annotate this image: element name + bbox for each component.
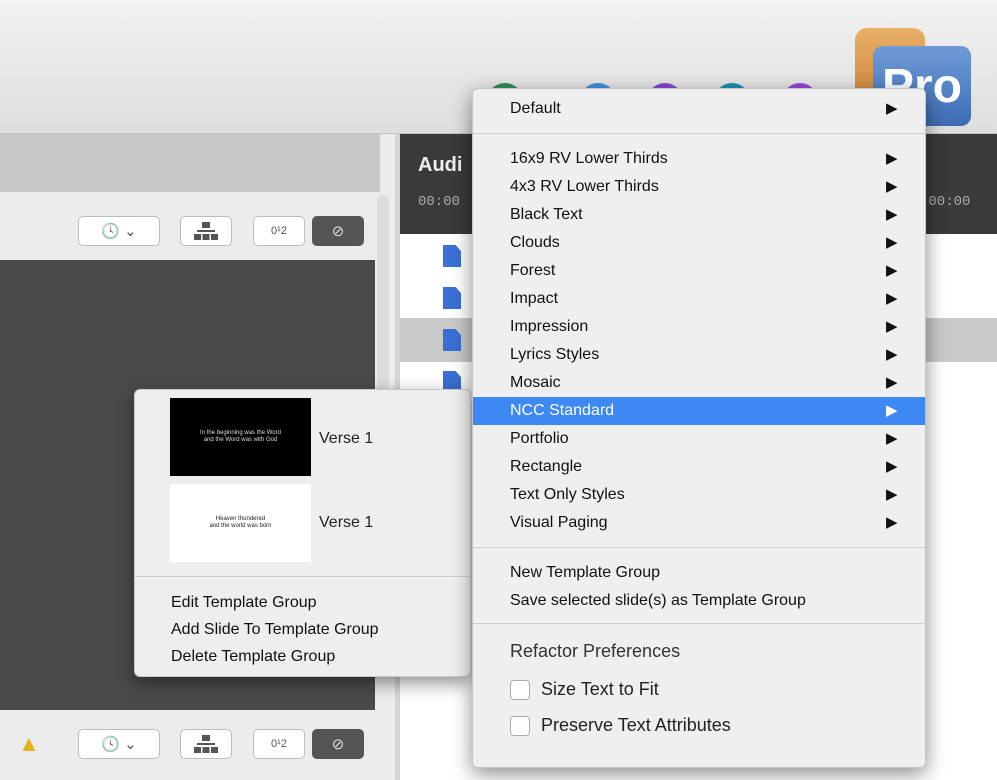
edit-template-group-item[interactable]: Edit Template Group — [171, 594, 317, 612]
slide-thumbnail-text: In the beginning was the Word and the Wo… — [200, 430, 281, 443]
submenu-arrow-icon: ▶ — [886, 234, 898, 251]
submenu-arrow-icon: ▶ — [886, 290, 898, 307]
slide-thumbnail[interactable]: In the beginning was the Word and the Wo… — [170, 398, 311, 476]
menu-item-forest[interactable]: Forest ▶ — [473, 257, 925, 285]
menu-item-label: Lyrics Styles — [510, 346, 600, 363]
warning-triangle-icon: ▲ — [18, 731, 40, 756]
file-icon[interactable] — [443, 329, 461, 351]
menu-item-label: 4x3 RV Lower Thirds — [510, 178, 659, 195]
preserve-text-attributes-checkbox[interactable] — [510, 716, 530, 736]
slide-thumbnail-text: Heaven thundered and the world was born — [209, 516, 272, 529]
slide-label[interactable]: Verse 1 — [319, 430, 373, 448]
menu-item-text-only-styles[interactable]: Text Only Styles ▶ — [473, 481, 925, 509]
submenu-arrow-icon: ▶ — [886, 100, 898, 117]
menu-item-label: Mosaic — [510, 374, 561, 391]
file-icon[interactable] — [443, 245, 461, 267]
file-icon[interactable] — [443, 287, 461, 309]
menu-item-label: Black Text — [510, 206, 583, 223]
submenu-arrow-icon: ▶ — [886, 430, 898, 447]
menu-item-label: Portfolio — [510, 430, 569, 447]
popup-separator — [135, 576, 470, 577]
menu-item-new-template-group[interactable]: New Template Group — [473, 559, 925, 587]
menu-item-portfolio[interactable]: Portfolio ▶ — [473, 425, 925, 453]
menu-item-mosaic[interactable]: Mosaic ▶ — [473, 369, 925, 397]
audio-panel-title: Audi — [418, 154, 463, 176]
hierarchy-icon — [194, 222, 218, 240]
menu-item-16x9-rv-lower-thirds[interactable]: 16x9 RV Lower Thirds ▶ — [473, 145, 925, 173]
menu-item-label: Clouds — [510, 234, 560, 251]
submenu-arrow-icon: ▶ — [886, 178, 898, 195]
submenu-arrow-icon: ▶ — [886, 262, 898, 279]
submenu-arrow-icon: ▶ — [886, 206, 898, 223]
submenu-arrow-icon: ▶ — [886, 514, 898, 531]
left-panel-header — [0, 134, 380, 192]
disable-button[interactable]: ⊘ — [312, 216, 364, 246]
submenu-arrow-icon: ▶ — [886, 150, 898, 167]
menu-item-label: Save selected slide(s) as Template Group — [510, 592, 806, 609]
menu-item-ncc-standard[interactable]: NCC Standard ▶ — [473, 397, 925, 425]
menu-item-label: Forest — [510, 262, 556, 279]
menu-item-visual-paging[interactable]: Visual Paging ▶ — [473, 509, 925, 537]
menu-item-rectangle[interactable]: Rectangle ▶ — [473, 453, 925, 481]
preserve-text-attributes-label[interactable]: Preserve Text Attributes — [541, 715, 731, 736]
ruler-button-bottom[interactable]: 0¹2 — [253, 729, 305, 759]
submenu-arrow-icon: ▶ — [886, 458, 898, 475]
submenu-arrow-icon: ▶ — [886, 346, 898, 363]
menu-item-label: Impact — [510, 290, 559, 307]
menu-item-save-selected-as-template-group[interactable]: Save selected slide(s) as Template Group — [473, 587, 925, 615]
menu-item-impression[interactable]: Impression ▶ — [473, 313, 925, 341]
menu-item-default[interactable]: Default ▶ — [473, 95, 925, 123]
menu-item-label: Rectangle — [510, 458, 583, 475]
clock-dropdown-button[interactable]: 🕓 ⌄ — [78, 216, 160, 246]
template-menu: Default ▶ 16x9 RV Lower Thirds ▶ 4x3 RV L… — [472, 88, 926, 768]
menu-item-impact[interactable]: Impact ▶ — [473, 285, 925, 313]
submenu-arrow-icon: ▶ — [886, 374, 898, 391]
refactor-preferences-heading: Refactor Preferences — [510, 641, 681, 661]
hierarchy-button[interactable] — [180, 216, 232, 246]
size-text-to-fit-label[interactable]: Size Text to Fit — [541, 679, 659, 700]
menu-item-label: Impression — [510, 318, 589, 335]
menu-item-label: New Template Group — [510, 564, 660, 581]
menu-item-label: 16x9 RV Lower Thirds — [510, 150, 668, 167]
menu-separator — [473, 133, 925, 134]
menu-item-label: Default — [510, 100, 561, 117]
menu-item-black-text[interactable]: Black Text ▶ — [473, 201, 925, 229]
menu-item-4x3-rv-lower-thirds[interactable]: 4x3 RV Lower Thirds ▶ — [473, 173, 925, 201]
menu-item-lyrics-styles[interactable]: Lyrics Styles ▶ — [473, 341, 925, 369]
time-end: :00:00 — [920, 194, 971, 210]
disable-button-bottom[interactable]: ⊘ — [312, 729, 364, 759]
template-group-popup: In the beginning was the Word and the Wo… — [134, 389, 471, 677]
menu-separator — [473, 623, 925, 624]
submenu-arrow-icon: ▶ — [886, 318, 898, 335]
menu-item-label: Text Only Styles — [510, 486, 625, 503]
slide-label[interactable]: Verse 1 — [319, 514, 373, 532]
hierarchy-icon — [194, 735, 218, 753]
size-text-to-fit-checkbox[interactable] — [510, 680, 530, 700]
hierarchy-button-bottom[interactable] — [180, 729, 232, 759]
time-start: 00:00 — [418, 194, 461, 210]
menu-item-label: Visual Paging — [510, 514, 608, 531]
menu-item-label: NCC Standard — [510, 402, 615, 419]
delete-template-group-item[interactable]: Delete Template Group — [171, 648, 335, 666]
menu-separator — [473, 547, 925, 548]
submenu-arrow-icon: ▶ — [886, 402, 898, 419]
add-slide-to-template-group-item[interactable]: Add Slide To Template Group — [171, 621, 379, 639]
ruler-button[interactable]: 0¹2 — [253, 216, 305, 246]
slide-thumbnail[interactable]: Heaven thundered and the world was born — [170, 484, 311, 562]
clock-dropdown-button-bottom[interactable]: 🕓 ⌄ — [78, 729, 160, 759]
menu-item-clouds[interactable]: Clouds ▶ — [473, 229, 925, 257]
submenu-arrow-icon: ▶ — [886, 486, 898, 503]
